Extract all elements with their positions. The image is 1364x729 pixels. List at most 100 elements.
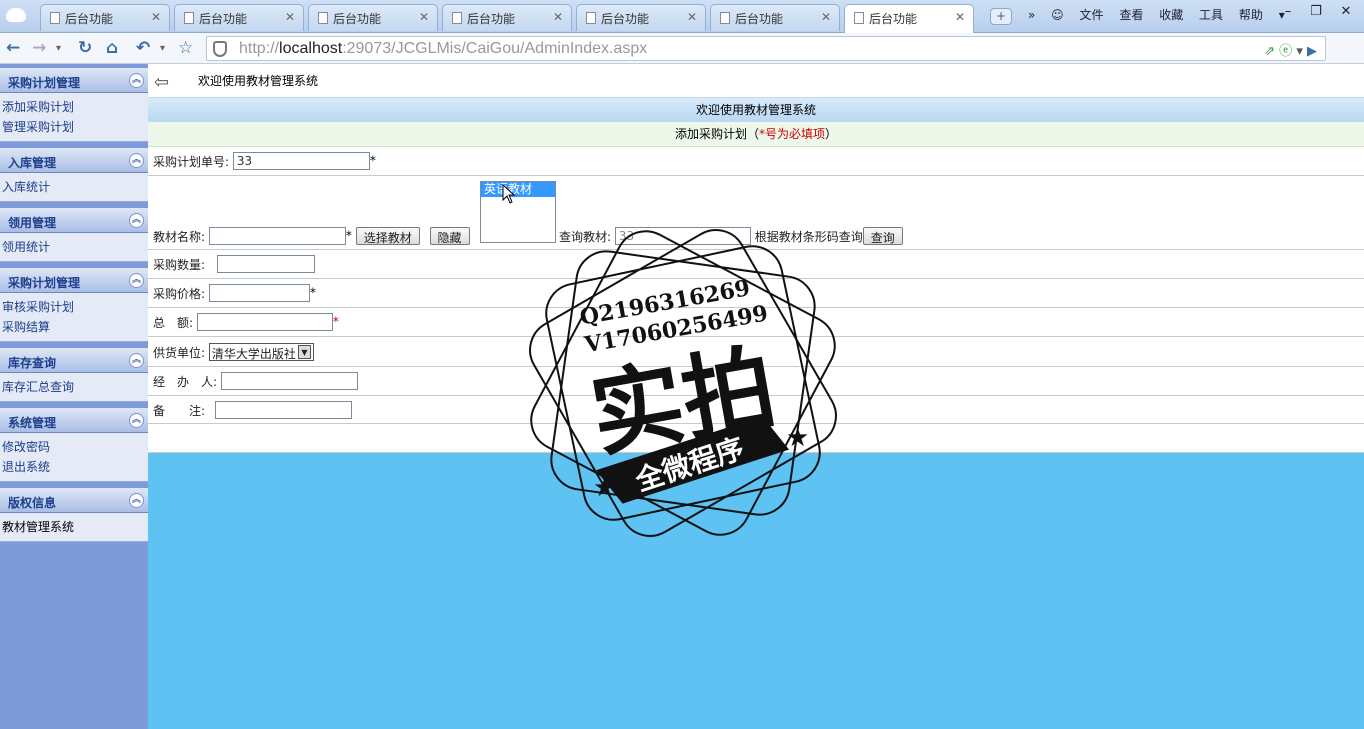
- price-input[interactable]: [208, 284, 310, 302]
- tab-5[interactable]: 后台功能 ✕: [710, 4, 840, 31]
- close-window-button[interactable]: ✕: [1334, 4, 1358, 22]
- refresh-icon[interactable]: ↻: [78, 38, 92, 58]
- user-icon[interactable]: ☺: [1051, 8, 1064, 22]
- quantity-input[interactable]: [216, 255, 315, 273]
- sidebar-item-usage-stats[interactable]: 领用统计: [2, 237, 148, 257]
- menu-file[interactable]: 文件: [1080, 8, 1104, 22]
- tab-label: 后台功能: [735, 12, 784, 26]
- menu-help[interactable]: 帮助: [1239, 8, 1263, 22]
- remark-input[interactable]: [214, 401, 352, 419]
- sidebar-section-header[interactable]: 系统管理 ︽: [0, 408, 148, 433]
- tab-label: 后台功能: [65, 12, 114, 26]
- security-shield-icon: [213, 41, 227, 57]
- restore-button[interactable]: ❐: [1304, 4, 1328, 22]
- welcome-text: 欢迎使用教材管理系统: [198, 74, 319, 88]
- sidebar-section-header[interactable]: 库存查询 ︽: [0, 348, 148, 373]
- menu-favorites[interactable]: 收藏: [1159, 8, 1183, 22]
- hide-button[interactable]: 隐藏: [429, 227, 470, 245]
- collapse-icon[interactable]: ︽: [129, 73, 144, 88]
- total-input[interactable]: [196, 313, 333, 331]
- menu-tools[interactable]: 工具: [1199, 8, 1223, 22]
- sidebar-section-header[interactable]: 领用管理 ︽: [0, 208, 148, 233]
- sidebar-section-header[interactable]: 版权信息 ︽: [0, 488, 148, 513]
- collapse-icon[interactable]: ︽: [129, 353, 144, 368]
- document-icon: [854, 12, 864, 24]
- more-tabs-icon[interactable]: »: [1028, 8, 1035, 22]
- quantity-label: 采购数量:: [153, 257, 206, 272]
- sidebar-section-body: 添加采购计划 管理采购计划: [0, 93, 148, 142]
- price-label: 采购价格:: [153, 286, 206, 301]
- tab-label: 后台功能: [869, 12, 918, 26]
- close-tab-icon[interactable]: ✕: [419, 10, 429, 24]
- back-arrow-icon[interactable]: ⇦: [154, 72, 169, 93]
- sidebar: 采购计划管理 ︽ 添加采购计划 管理采购计划 入库管理 ︽ 入库统计 领用管理 ︽ 领…: [0, 64, 148, 729]
- close-tab-icon[interactable]: ✕: [553, 10, 563, 24]
- collapse-icon[interactable]: ︽: [129, 493, 144, 508]
- favorite-star-icon[interactable]: ☆: [178, 38, 193, 58]
- undo-dropdown-icon[interactable]: ▾: [160, 43, 165, 54]
- tab-0[interactable]: 后台功能 ✕: [40, 4, 170, 31]
- tab-label: 后台功能: [601, 12, 650, 26]
- browser-menu: » ☺ 文件 查看 收藏 工具 帮助 ▾: [1028, 6, 1297, 23]
- close-tab-icon[interactable]: ✕: [285, 10, 295, 24]
- minimize-button[interactable]: –: [1276, 4, 1300, 22]
- sidebar-section-header[interactable]: 采购计划管理 ︽: [0, 268, 148, 293]
- document-icon: [318, 12, 328, 24]
- listbox-option-selected[interactable]: 英语教材: [481, 182, 555, 197]
- plan-no-input[interactable]: 33: [232, 152, 370, 170]
- handler-input[interactable]: [220, 372, 358, 390]
- sidebar-item-change-password[interactable]: 修改密码: [2, 437, 148, 457]
- tab-2[interactable]: 后台功能 ✕: [308, 4, 438, 31]
- sidebar-item-copyright: 教材管理系统: [2, 520, 75, 534]
- tab-label: 后台功能: [333, 12, 382, 26]
- tab-3[interactable]: 后台功能 ✕: [442, 4, 572, 31]
- close-tab-icon[interactable]: ✕: [151, 10, 161, 24]
- textbook-line: 教材名称: * 选择教材 隐藏: [153, 227, 470, 245]
- menu-view[interactable]: 查看: [1119, 8, 1143, 22]
- url-bar[interactable]: http://localhost:29073/JCGLMis/CaiGou/Ad…: [206, 36, 1326, 61]
- star-icon: ★: [786, 423, 809, 453]
- sidebar-section-body: 审核采购计划 采购结算: [0, 293, 148, 342]
- plan-no-label: 采购计划单号:: [153, 154, 230, 169]
- tab-label: 后台功能: [199, 12, 248, 26]
- collapse-icon[interactable]: ︽: [129, 273, 144, 288]
- browser-logo-icon: [6, 8, 26, 22]
- new-tab-button[interactable]: +: [990, 8, 1012, 25]
- mouse-cursor-icon: [502, 184, 516, 204]
- sidebar-item-inventory-summary[interactable]: 库存汇总查询: [2, 377, 148, 397]
- tab-1[interactable]: 后台功能 ✕: [174, 4, 304, 31]
- sidebar-item-stock-in-stats[interactable]: 入库统计: [2, 177, 148, 197]
- tab-6-active[interactable]: 后台功能 ✕: [844, 4, 974, 33]
- query-button[interactable]: 查询: [862, 227, 903, 245]
- sidebar-section-header[interactable]: 采购计划管理 ︽: [0, 68, 148, 93]
- close-tab-icon[interactable]: ✕: [821, 10, 831, 24]
- required-star: *: [345, 228, 352, 243]
- sidebar-item-manage-plan[interactable]: 管理采购计划: [2, 117, 148, 137]
- history-dropdown-icon[interactable]: ▾: [56, 43, 61, 54]
- document-icon: [50, 12, 60, 24]
- home-icon[interactable]: ⌂: [106, 38, 118, 58]
- sidebar-item-review-plan[interactable]: 审核采购计划: [2, 297, 148, 317]
- close-tab-icon[interactable]: ✕: [955, 10, 965, 24]
- url-action-icons[interactable]: ⇗ ⓔ ▾ ▶: [1264, 40, 1317, 59]
- supplier-select[interactable]: 清华大学出版社 ▼: [208, 343, 314, 361]
- collapse-icon[interactable]: ︽: [129, 153, 144, 168]
- textbook-input[interactable]: [208, 227, 346, 245]
- sidebar-item-logout[interactable]: 退出系统: [2, 457, 148, 477]
- forward-arrow-icon[interactable]: →: [32, 38, 46, 58]
- collapse-icon[interactable]: ︽: [129, 413, 144, 428]
- sidebar-item-add-plan[interactable]: 添加采购计划: [2, 97, 148, 117]
- select-textbook-button[interactable]: 选择教材: [355, 227, 420, 245]
- sidebar-section-header[interactable]: 入库管理 ︽: [0, 148, 148, 173]
- close-tab-icon[interactable]: ✕: [687, 10, 697, 24]
- sidebar-item-settlement[interactable]: 采购结算: [2, 317, 148, 337]
- back-arrow-icon[interactable]: ←: [6, 38, 20, 58]
- url-text[interactable]: http://localhost:29073/JCGLMis/CaiGou/Ad…: [239, 40, 647, 58]
- tab-4[interactable]: 后台功能 ✕: [576, 4, 706, 31]
- browser-tab-bar: 后台功能 ✕ 后台功能 ✕ 后台功能 ✕ 后台功能 ✕ 后台功能 ✕ 后台功能 ✕ 后台功能…: [0, 0, 1364, 33]
- collapse-icon[interactable]: ︽: [129, 213, 144, 228]
- panel-subheader: 添加采购计划（*号为必填项）: [148, 122, 1364, 147]
- required-star: *: [332, 314, 339, 329]
- tab-label: 后台功能: [467, 12, 516, 26]
- undo-icon[interactable]: ↶: [136, 38, 150, 58]
